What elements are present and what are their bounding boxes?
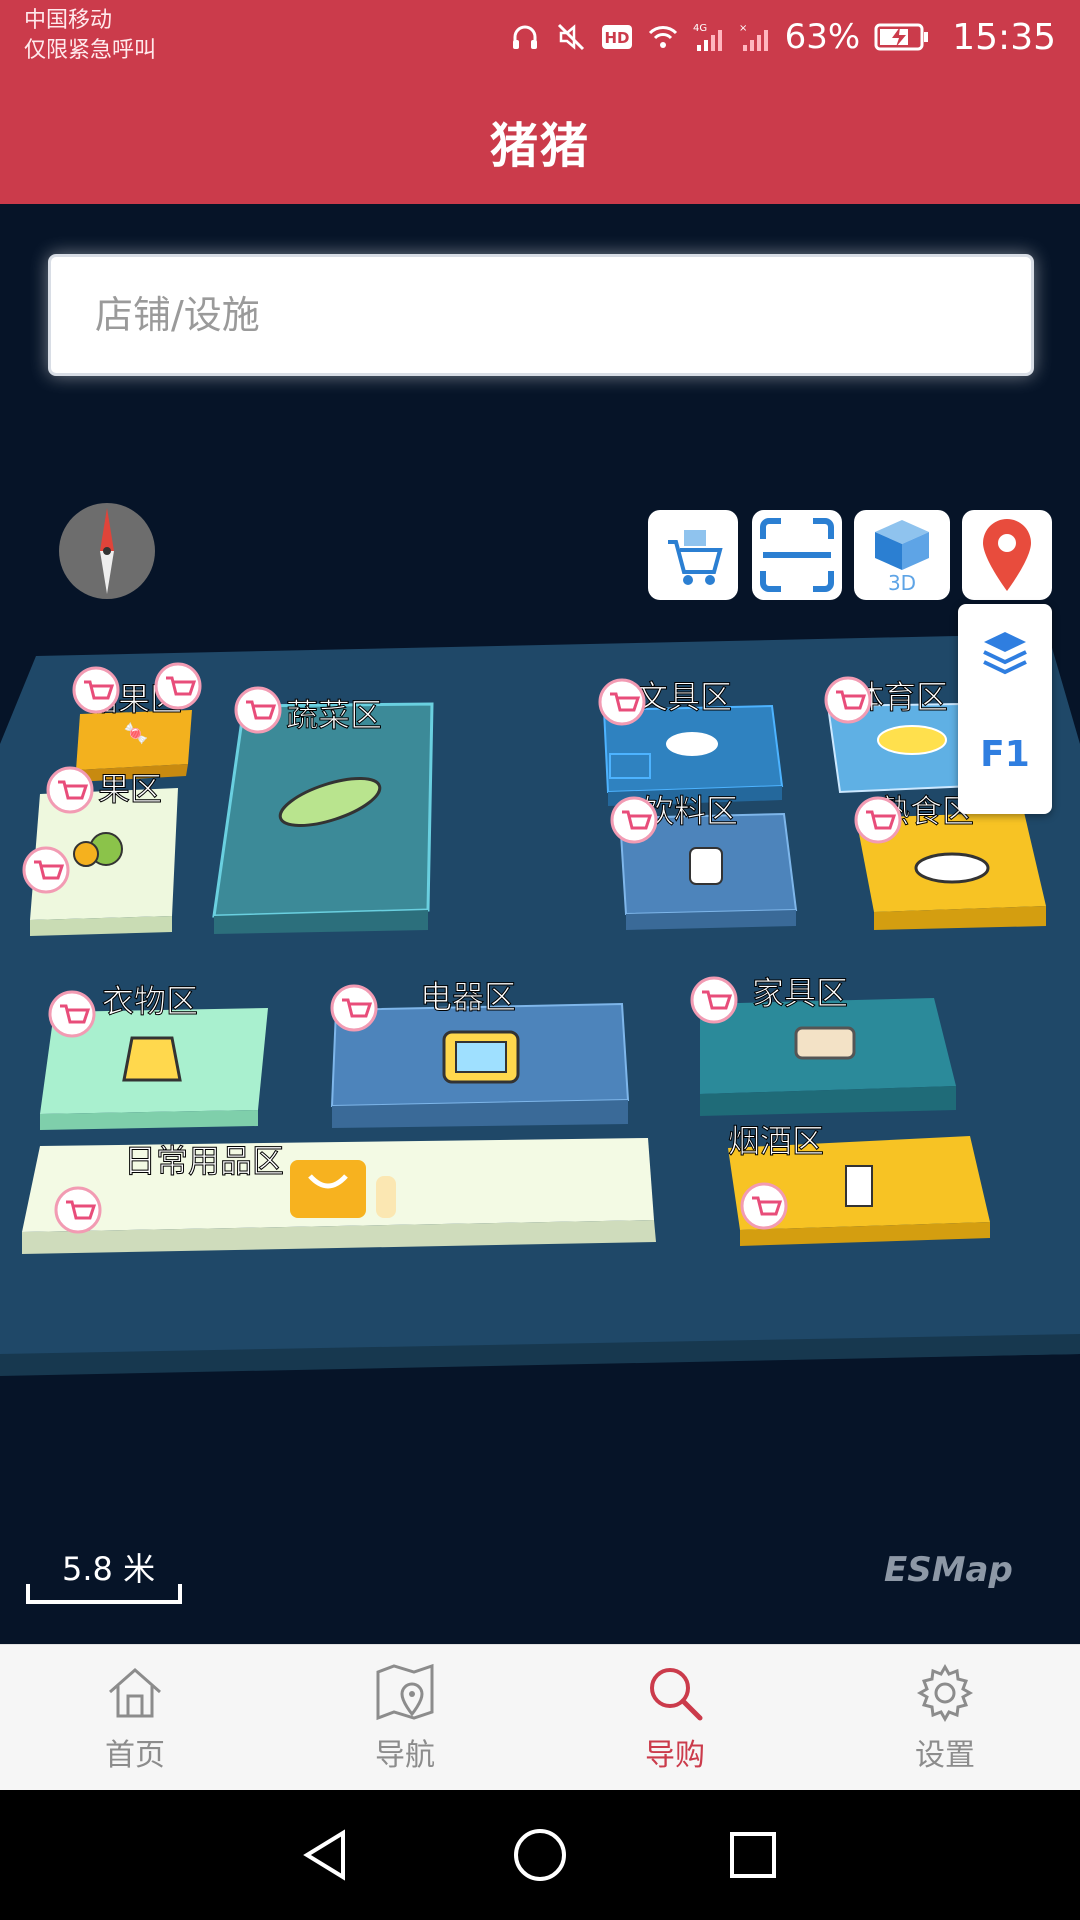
nav-navigation[interactable]: 导航 (270, 1645, 540, 1790)
map-pin-icon (376, 1663, 434, 1720)
indoor-map[interactable]: 🍬 糖果区 蔬菜区 文具区 体育区 果区 饮料区 熟食区 衣物区 电器区 家具区… (0, 204, 1080, 1644)
label-stationery: 文具区 (636, 678, 732, 716)
cart-marker-icon[interactable] (154, 662, 202, 710)
cart-marker-icon[interactable] (22, 846, 70, 894)
system-nav-bar (0, 1790, 1080, 1920)
nav-home-label: 首页 (105, 1737, 165, 1773)
compass-icon[interactable] (59, 503, 155, 599)
mute-icon (557, 23, 584, 51)
recents-icon[interactable] (723, 1825, 783, 1885)
cart-marker-icon[interactable] (690, 976, 738, 1024)
label-tobacco: 烟酒区 (728, 1122, 824, 1160)
zone-vegetable[interactable] (212, 702, 434, 934)
signal-4g-icon: 4G (693, 23, 722, 51)
battery-charging-icon (874, 23, 929, 51)
carrier-name: 中国移动 (24, 8, 113, 33)
label-furniture: 家具区 (752, 974, 848, 1012)
bottom-nav: 首页 导航 导购 设置 (0, 1644, 1080, 1790)
svg-text:🍬: 🍬 (124, 721, 149, 745)
cart-marker-icon[interactable] (234, 686, 282, 734)
hd-icon: HD (601, 25, 632, 49)
cart-marker-icon[interactable] (46, 766, 94, 814)
home-circle-icon[interactable] (510, 1825, 570, 1885)
drink-bottle-icon (689, 847, 723, 885)
label-appliances: 电器区 (420, 978, 516, 1016)
3d-label: 3D (888, 571, 916, 594)
carrier-status: 仅限紧急呼叫 (24, 38, 157, 63)
cart-marker-icon[interactable] (330, 984, 378, 1032)
home-icon (109, 1667, 161, 1717)
cart-tool-icon (668, 530, 723, 585)
label-clothes: 衣物区 (102, 982, 198, 1020)
layers-icon[interactable] (980, 628, 1030, 678)
nav-navigation-label: 导航 (375, 1737, 435, 1773)
map-canvas[interactable]: 🍬 糖果区 蔬菜区 文具区 体育区 果区 饮料区 熟食区 衣物区 电器区 家具区… (0, 204, 1080, 1644)
scan-icon (760, 518, 834, 592)
search-bar[interactable] (48, 254, 1034, 376)
nav-settings[interactable]: 设置 (810, 1645, 1080, 1790)
zone-daily[interactable] (22, 1138, 656, 1254)
back-icon[interactable] (297, 1825, 357, 1885)
status-bar: 中国移动 仅限紧急呼叫 HD 4G × 63% 15:35 (0, 0, 1080, 78)
liquor-icon (845, 1165, 873, 1207)
cart-marker-icon[interactable] (824, 676, 872, 724)
battery-percent: 63% (784, 17, 861, 57)
wifi-icon (648, 26, 677, 48)
cart-marker-icon[interactable] (48, 990, 96, 1038)
cart-marker-icon[interactable] (72, 666, 120, 714)
carrier-info: 中国移动 仅限紧急呼叫 (24, 6, 156, 66)
svg-text:HD: HD (604, 29, 629, 47)
bread-icon (914, 852, 990, 884)
app-header: 猪猪 (0, 78, 1080, 204)
label-daily: 日常用品区 (124, 1142, 284, 1180)
page-title: 猪猪 (489, 118, 590, 174)
svg-text:×: × (739, 23, 747, 34)
stationery-icon (666, 732, 718, 756)
sports-icon (877, 725, 947, 755)
nav-shopping-guide-label: 导购 (645, 1737, 705, 1773)
headphones-icon (512, 25, 537, 49)
sofa-icon (794, 1026, 856, 1060)
label-fruit: 果区 (98, 770, 162, 808)
nav-shopping-guide[interactable]: 导购 (540, 1645, 810, 1790)
cart-marker-icon[interactable] (598, 678, 646, 726)
floor-switcher[interactable]: F1 (958, 604, 1052, 814)
scan-button[interactable] (752, 510, 842, 600)
3d-view-button[interactable]: 3D (854, 510, 950, 600)
nav-home[interactable]: 首页 (0, 1645, 270, 1790)
hoodie-icon (122, 1036, 182, 1082)
location-pin-icon (983, 519, 1031, 591)
location-button[interactable] (962, 510, 1052, 600)
zone-appliances[interactable] (330, 1002, 630, 1128)
zone-furniture[interactable] (700, 998, 956, 1116)
esmap-logo: ESMap (884, 1550, 1013, 1590)
cart-marker-icon[interactable] (740, 1182, 788, 1230)
search-input[interactable] (95, 293, 1031, 337)
shopping-bag-icon (290, 1160, 366, 1218)
cart-marker-icon[interactable] (610, 796, 658, 844)
scale-bar (26, 1584, 182, 1604)
cart-tool-button[interactable] (648, 510, 738, 600)
status-icons: HD 4G × 63% 15:35 (509, 12, 1056, 62)
clock: 15:35 (952, 16, 1056, 58)
cart-marker-icon[interactable] (854, 796, 902, 844)
cart-marker-icon[interactable] (54, 1186, 102, 1234)
3d-view-icon: 3D (875, 520, 929, 594)
search-icon (650, 1667, 703, 1720)
label-vegetable: 蔬菜区 (286, 696, 382, 734)
gear-icon (916, 1663, 974, 1722)
no-signal-icon: × (739, 23, 768, 51)
nav-settings-label: 设置 (915, 1737, 975, 1773)
floor-f1-button[interactable]: F1 (958, 734, 1052, 775)
svg-text:4G: 4G (693, 23, 707, 34)
